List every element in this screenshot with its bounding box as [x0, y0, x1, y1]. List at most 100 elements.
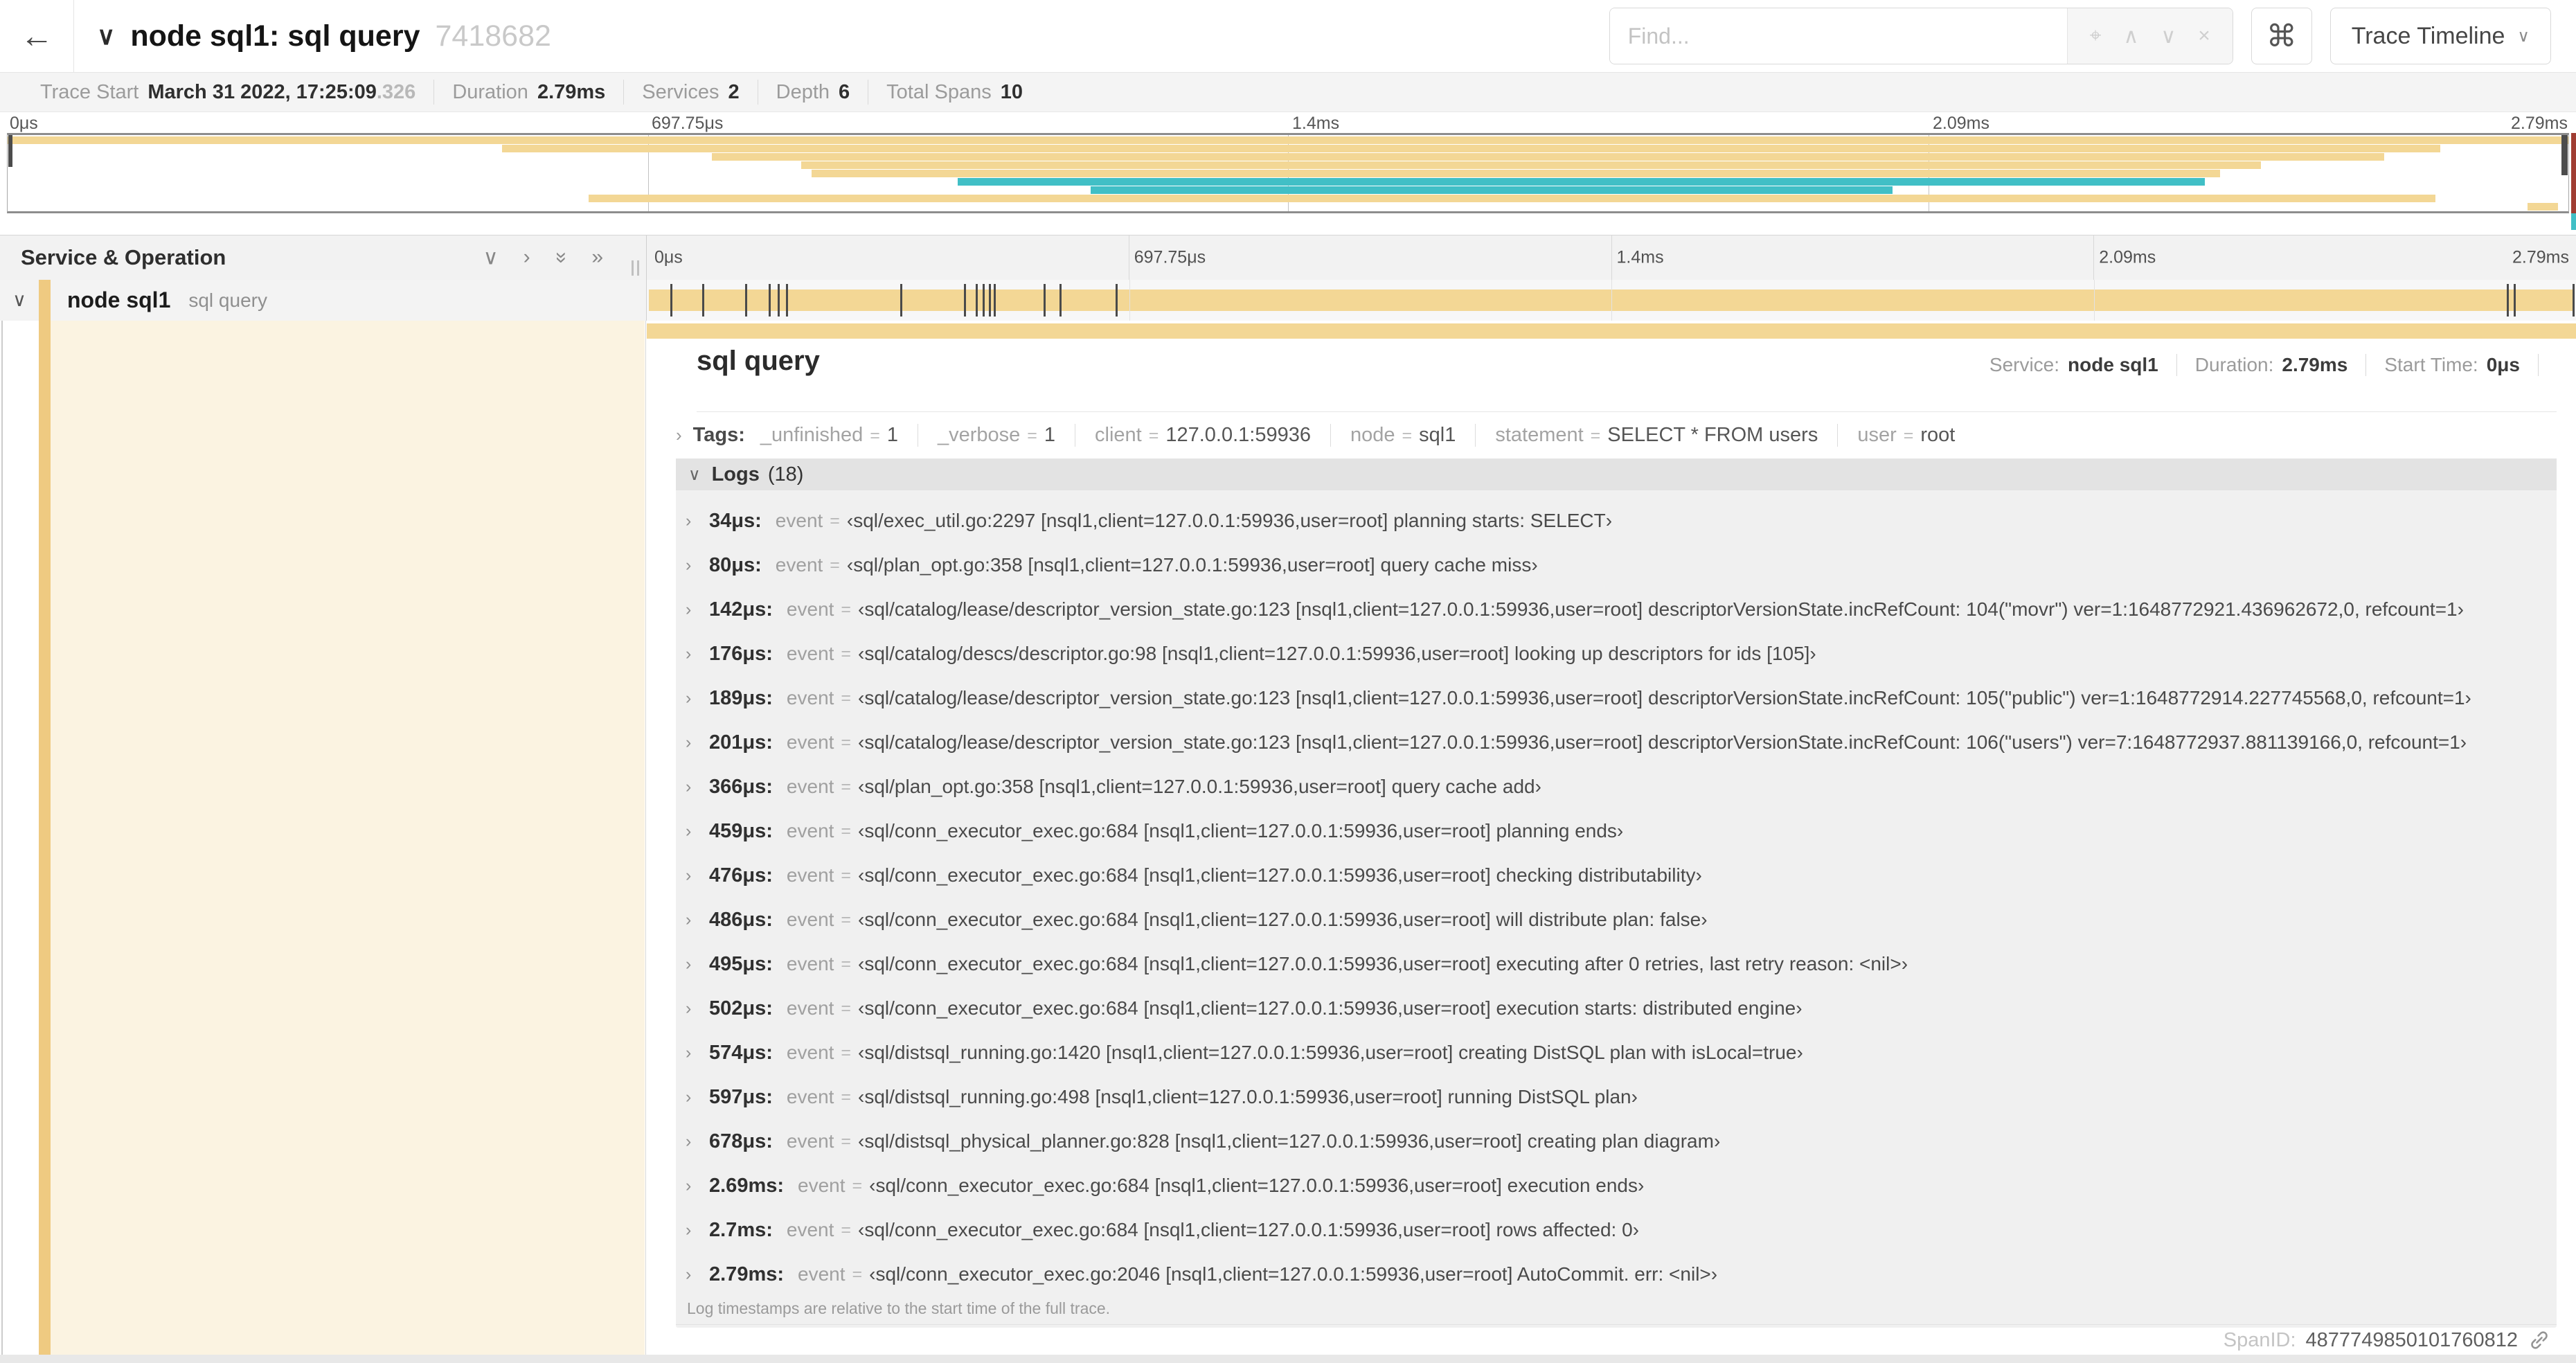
tag-value: 127.0.0.1:59936 — [1165, 423, 1311, 446]
chevron-right-icon: › — [686, 776, 692, 796]
log-entry[interactable]: › 574μs: event = ‹sql/distsql_running.go… — [686, 1031, 2557, 1075]
log-entry[interactable]: › 476μs: event = ‹sql/conn_executor_exec… — [686, 853, 2557, 898]
summary-label: Total Spans — [886, 80, 992, 103]
tag-item: _verbose = 1 — [917, 423, 1056, 447]
trace-collapse-icon[interactable]: ∨ — [97, 21, 115, 51]
log-entry[interactable]: › 201μs: event = ‹sql/catalog/lease/desc… — [686, 720, 2557, 765]
top-navbar: ← ∨ node sql1: sql query 7418682 ⌖ ∧ ∨ ×… — [0, 0, 2576, 73]
log-entry[interactable]: › 597μs: event = ‹sql/distsql_running.go… — [686, 1075, 2557, 1119]
prev-match-icon[interactable]: ∧ — [2123, 24, 2138, 48]
find-input[interactable] — [1609, 8, 2067, 64]
keyboard-shortcuts-button[interactable]: ⌘ — [2251, 8, 2312, 64]
back-arrow-icon: ← — [20, 17, 53, 55]
minimap-tick-label: 2.09ms — [1933, 114, 1989, 133]
clear-search-icon[interactable]: × — [2198, 24, 2210, 48]
log-entry[interactable]: › 495μs: event = ‹sql/conn_executor_exec… — [686, 942, 2557, 986]
meta-separator — [2365, 354, 2367, 376]
tag-value: SELECT * FROM users — [1607, 423, 1818, 446]
logs-header[interactable]: ∨ Logs (18) — [676, 458, 2557, 490]
expand-one-icon[interactable]: › — [524, 246, 530, 270]
column-resizer[interactable] — [632, 260, 639, 276]
expand-all-icon[interactable]: » — [591, 246, 603, 270]
log-value: ‹sql/conn_executor_exec.go:684 [nsql1,cl… — [858, 820, 1624, 841]
log-entry[interactable]: › 502μs: event = ‹sql/conn_executor_exec… — [686, 986, 2557, 1031]
summary-item: Services 2 — [623, 80, 757, 105]
log-field-name: event — [786, 909, 834, 930]
span-row-gridline — [2093, 280, 2095, 321]
log-entry[interactable]: › 176μs: event = ‹sql/catalog/descs/desc… — [686, 632, 2557, 676]
back-button[interactable]: ← — [0, 0, 74, 72]
tag-value: root — [1920, 423, 1956, 446]
log-entry[interactable]: › 34μs: event = ‹sql/exec_util.go:2297 [… — [686, 499, 2557, 543]
span-collapse-icon[interactable]: ∨ — [0, 289, 39, 311]
log-marker — [785, 284, 788, 317]
log-entry[interactable]: › 142μs: event = ‹sql/catalog/lease/desc… — [686, 587, 2557, 632]
ruler-tick-label: 697.75μs — [1134, 247, 1206, 267]
log-timestamp: 2.7ms: — [709, 1218, 773, 1241]
log-marker — [1044, 284, 1046, 317]
trace-view-select[interactable]: Trace Timeline ∨ — [2329, 8, 2551, 64]
log-timestamp: 2.69ms: — [709, 1174, 785, 1197]
find-group: ⌖ ∧ ∨ × — [1609, 8, 2233, 64]
tags-accordian[interactable]: › Tags: _unfinished = 1 _verbose = 1 cli… — [676, 419, 2557, 451]
ruler-tick-label: 2.09ms — [2099, 247, 2156, 267]
span-detail-panel: sql query Service: node sql1 Duration: 2… — [647, 321, 2576, 1355]
log-entry[interactable]: › 459μs: event = ‹sql/conn_executor_exec… — [686, 809, 2557, 853]
log-entry[interactable]: › 80μs: event = ‹sql/plan_opt.go:358 [ns… — [686, 543, 2557, 587]
meta-label: Duration: — [2194, 354, 2274, 375]
log-entry[interactable]: › 2.79ms: event = ‹sql/conn_executor_exe… — [686, 1252, 2557, 1297]
summary-label: Services — [642, 80, 719, 103]
log-value: ‹sql/conn_executor_exec.go:684 [nsql1,cl… — [858, 997, 1803, 1019]
log-value: ‹sql/catalog/lease/descriptor_version_st… — [858, 687, 2471, 709]
log-value: ‹sql/conn_executor_exec.go:2046 [nsql1,c… — [869, 1263, 1718, 1285]
deep-link-icon[interactable] — [2528, 1328, 2551, 1352]
ruler-tick-label: 2.79ms — [2512, 247, 2569, 267]
timeline-minimap[interactable] — [7, 133, 2569, 213]
log-marker — [994, 284, 996, 317]
log-entry[interactable]: › 2.69ms: event = ‹sql/conn_executor_exe… — [686, 1164, 2557, 1208]
navbar-controls: ⌖ ∧ ∨ × ⌘ Trace Timeline ∨ — [1609, 0, 2551, 72]
minimap-tick-label: 1.4ms — [1292, 114, 1340, 133]
meta-label: Service: — [1989, 354, 2060, 375]
minimap-left-scrubber[interactable] — [8, 135, 12, 167]
tag-value: 1 — [886, 423, 898, 446]
log-equals: = — [841, 643, 852, 663]
trace-id: 7418682 — [435, 19, 551, 53]
log-entry[interactable]: › 486μs: event = ‹sql/conn_executor_exec… — [686, 898, 2557, 942]
chevron-right-icon: › — [686, 688, 692, 708]
log-entry[interactable]: › 2.7ms: event = ‹sql/conn_executor_exec… — [686, 1208, 2557, 1252]
summary-item: Depth 6 — [757, 80, 868, 105]
span-name-cell[interactable]: ∨ node sql1 sql query — [0, 280, 646, 321]
summary-value: 6 — [839, 80, 850, 103]
next-match-icon[interactable]: ∨ — [2161, 24, 2176, 48]
collapse-one-icon[interactable]: ∨ — [483, 246, 499, 270]
log-timestamp: 495μs: — [709, 952, 773, 975]
log-entry[interactable]: › 366μs: event = ‹sql/plan_opt.go:358 [n… — [686, 765, 2557, 809]
minimap-right-scrubber[interactable] — [2561, 135, 2568, 175]
chevron-right-icon: › — [686, 954, 692, 974]
log-field-name: event — [786, 731, 834, 753]
log-equals: = — [841, 865, 852, 885]
collapse-all-icon[interactable]: » — [548, 252, 573, 264]
log-marker — [900, 284, 902, 317]
locate-icon[interactable]: ⌖ — [2090, 24, 2102, 48]
span-row[interactable]: ∨ node sql1 sql query — [0, 280, 2576, 321]
timeline-header-row: Service & Operation ∨ › » » 0μs 697.75μs 1… — [0, 235, 2576, 280]
log-timestamp: 34μs: — [709, 509, 762, 532]
meta-value: node sql1 — [2068, 354, 2158, 375]
log-timestamp: 80μs: — [709, 553, 762, 576]
minimap-span-bar — [711, 153, 2384, 161]
meta-item: Start Time: 0μs — [2384, 354, 2557, 376]
screen-edge-artifact — [2571, 213, 2576, 230]
tag-equals: = — [1590, 425, 1601, 445]
log-timestamp: 459μs: — [709, 819, 773, 842]
log-field-name: event — [786, 1130, 834, 1152]
chevron-right-icon: › — [686, 1131, 692, 1151]
log-entry[interactable]: › 189μs: event = ‹sql/catalog/lease/desc… — [686, 676, 2557, 720]
tag-value: 1 — [1044, 423, 1056, 446]
log-timestamp: 502μs: — [709, 997, 773, 1019]
span-row-gridline — [1611, 280, 1612, 321]
tag-equals: = — [1148, 425, 1159, 445]
log-entry[interactable]: › 678μs: event = ‹sql/distsql_physical_p… — [686, 1119, 2557, 1164]
span-bar-cell[interactable] — [646, 280, 2576, 321]
